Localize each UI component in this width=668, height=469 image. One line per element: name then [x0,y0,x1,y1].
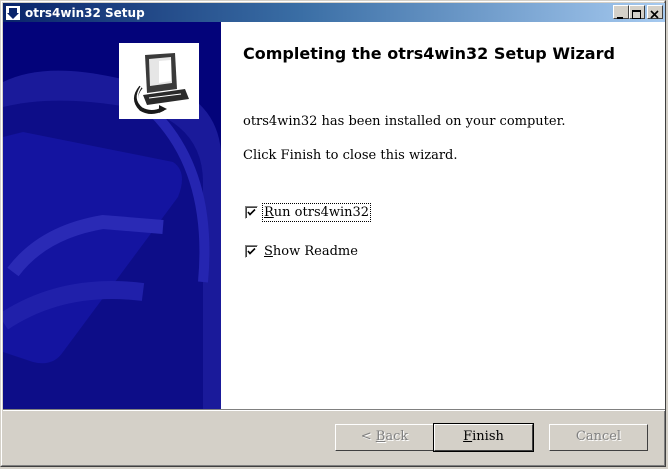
run-app-checkbox[interactable] [245,206,258,219]
run-app-option[interactable]: Run otrs4win32 [245,203,372,222]
setup-logo [119,43,199,119]
finish-button-accesskey: F [463,429,473,444]
setup-window: otrs4win32 Setup Completing the otrs4win… [0,0,666,467]
finish-button[interactable]: Finish [433,423,534,452]
window-controls [613,5,663,19]
wizard-side-banner [3,22,221,409]
cancel-button[interactable]: Cancel [549,424,648,451]
show-readme-label-text: how Readme [272,244,358,259]
installed-message: otrs4win32 has been installed on your co… [243,114,566,129]
wizard-body: Completing the otrs4win32 Setup Wizard o… [3,22,665,409]
minimize-icon [617,17,623,19]
run-app-accesskey: R [264,205,274,220]
back-button[interactable]: < Back [335,424,434,451]
back-button-label: ack [385,429,409,444]
button-separator [3,409,665,411]
close-button[interactable] [647,5,663,19]
back-button-accesskey: B [375,429,386,444]
checkmark-icon [247,208,256,216]
minimize-button[interactable] [613,5,629,19]
window-title: otrs4win32 Setup [25,5,145,20]
show-readme-checkbox[interactable] [245,245,258,258]
installer-icon [6,5,20,20]
show-readme-option[interactable]: Show Readme [245,244,358,259]
run-app-label-text: un otrs4win32 [273,205,370,220]
show-readme-accesskey: S [264,244,273,259]
maximize-icon [632,10,641,19]
show-readme-label[interactable]: Show Readme [264,244,358,259]
back-button-prefix: < [360,429,376,444]
computer-install-icon [124,48,194,114]
wizard-heading: Completing the otrs4win32 Setup Wizard [243,44,615,63]
checkmark-icon [247,247,256,255]
title-bar[interactable]: otrs4win32 Setup [3,3,665,22]
close-icon [650,10,659,19]
finish-button-label: inish [472,429,504,444]
run-app-label[interactable]: Run otrs4win32 [261,203,372,222]
finish-instruction: Click Finish to close this wizard. [243,148,458,163]
maximize-button[interactable] [629,5,645,19]
